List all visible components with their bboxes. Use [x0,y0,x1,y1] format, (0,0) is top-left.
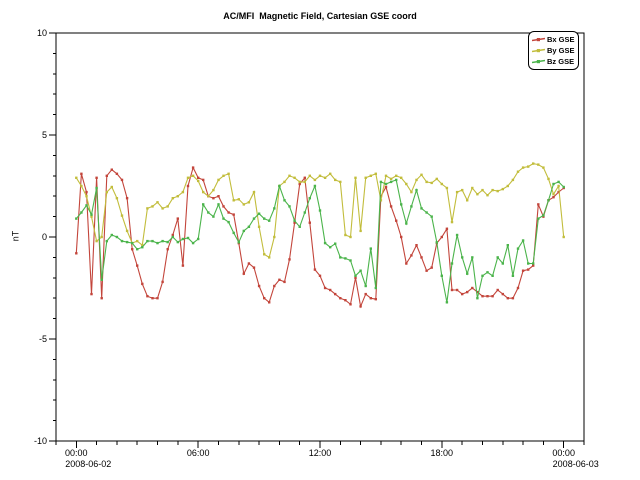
y-axis-ticks [49,33,56,441]
y-axis-tick-label: 5 [42,130,47,140]
series-markers-Bx-GSE [75,166,565,307]
x-axis-date-label: 2008-06-02 [65,459,111,469]
plot-window: AC/MFI Magnetic Field, Cartesian GSE coo… [0,0,640,480]
x-axis-tick-label: 12:00 [309,448,332,458]
legend-swatch-line-icon [532,46,545,55]
y-axis-tick-label: 0 [42,232,47,242]
y-axis-tick-label: 10 [37,28,47,38]
legend: Bx GSE By GSE Bz GSE [528,31,579,70]
legend-swatch-line-icon [532,57,545,66]
x-axis-tick-label: 00:00 [65,448,88,458]
legend-label: Bx GSE [547,35,575,44]
x-axis-tick-label: 06:00 [187,448,210,458]
series-markers-Bz-GSE [75,179,565,304]
y-axis-tick-label: -10 [34,436,47,446]
legend-label: Bz GSE [547,57,574,66]
y-axis-tick-label: -5 [39,334,47,344]
legend-label: By GSE [547,46,575,55]
x-axis-tick-labels: 00:0006:0012:0018:0000:002008-06-022008-… [65,448,599,469]
series-Bz-GSE [75,179,565,304]
legend-item: Bx GSE [532,34,575,45]
magnetic-field-chart: 00:0006:0012:0018:0000:002008-06-022008-… [0,0,640,480]
x-axis-tick-label: 18:00 [431,448,454,458]
y-axis-unit-label: nT [10,231,20,242]
legend-item: Bz GSE [532,56,575,67]
plot-frame [56,33,584,441]
legend-item: By GSE [532,45,575,56]
y-axis-tick-labels: 10 5 0 -5 -10 [34,28,47,446]
x-axis-tick-label: 00:00 [552,448,575,458]
legend-swatch-line-icon [532,35,545,44]
series-Bx-GSE [75,166,565,307]
x-axis-date-label: 2008-06-03 [553,459,599,469]
x-axis-ticks [56,441,584,448]
